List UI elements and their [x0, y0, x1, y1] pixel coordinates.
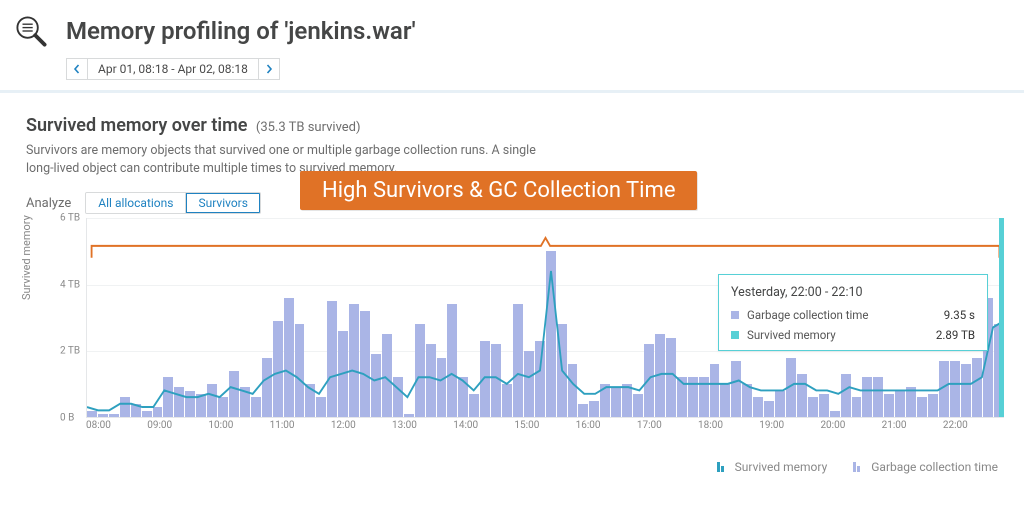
- x-tick: 11:00: [270, 420, 331, 431]
- analyze-toggle: All allocations Survivors: [85, 192, 261, 214]
- inspect-icon: [14, 14, 48, 48]
- x-tick: 09:00: [147, 420, 208, 431]
- x-tick: 10:00: [208, 420, 269, 431]
- tooltip-row: Garbage collection time 9.35 s: [731, 308, 975, 322]
- y-tick: 4 TB: [60, 280, 80, 291]
- legend-gc-time[interactable]: Garbage collection time: [853, 460, 998, 474]
- section-title-text: Survived memory over time: [26, 115, 247, 136]
- annotation-callout: High Survivors & GC Collection Time: [300, 171, 697, 210]
- x-tick: 15:00: [514, 420, 575, 431]
- legend-swatch-icon: [853, 462, 865, 472]
- time-range-display[interactable]: Apr 01, 08:18 - Apr 02, 08:18: [87, 58, 259, 80]
- analyze-label: Analyze: [26, 196, 71, 211]
- section-title: Survived memory over time (35.3 TB survi…: [26, 115, 1004, 136]
- page-title: Memory profiling of 'jenkins.war': [66, 17, 416, 45]
- tooltip-row: Survived memory 2.89 TB: [731, 328, 975, 342]
- section-subtitle: (35.3 TB survived): [256, 120, 361, 135]
- x-tick: 21:00: [882, 420, 943, 431]
- x-tick: 12:00: [331, 420, 392, 431]
- survived-memory-section: Survived memory over time (35.3 TB survi…: [0, 93, 1024, 484]
- x-tick: 20:00: [820, 420, 881, 431]
- y-tick: 6 TB: [60, 213, 80, 224]
- time-prev-button[interactable]: [66, 58, 88, 80]
- plot-area[interactable]: Yesterday, 22:00 - 22:10 Garbage collect…: [86, 218, 1004, 418]
- swatch-icon: [731, 311, 739, 319]
- x-tick: 14:00: [453, 420, 514, 431]
- legend-survived-memory[interactable]: Survived memory: [717, 460, 828, 474]
- tooltip-title: Yesterday, 22:00 - 22:10: [731, 285, 975, 300]
- x-tick: 19:00: [759, 420, 820, 431]
- tab-survivors[interactable]: Survivors: [185, 193, 259, 213]
- x-tick: 08:00: [86, 420, 147, 431]
- y-tick: 2 TB: [60, 346, 80, 357]
- swatch-icon: [731, 331, 739, 339]
- survived-memory-chart[interactable]: Survived memory 0 B 2 TB 4 TB 6 TB Ye: [26, 218, 1004, 450]
- time-range-nav: Apr 01, 08:18 - Apr 02, 08:18: [66, 58, 1006, 80]
- x-axis: 08:0009:0010:0011:0012:0013:0014:0015:00…: [86, 420, 1004, 431]
- tab-all-allocations[interactable]: All allocations: [86, 193, 185, 213]
- x-tick: 16:00: [576, 420, 637, 431]
- chart-tooltip: Yesterday, 22:00 - 22:10 Garbage collect…: [718, 274, 988, 351]
- x-tick: 22:00: [943, 420, 1004, 431]
- y-tick: 0 B: [60, 413, 74, 424]
- chart-legend: Survived memory Garbage collection time: [26, 450, 1004, 474]
- time-next-button[interactable]: [258, 58, 280, 80]
- y-axis-label: Survived memory: [20, 215, 33, 300]
- page-header: Memory profiling of 'jenkins.war' Apr 01…: [0, 0, 1024, 93]
- legend-swatch-icon: [717, 462, 729, 472]
- current-time-marker: [999, 218, 1004, 417]
- x-tick: 18:00: [698, 420, 759, 431]
- x-tick: 13:00: [392, 420, 453, 431]
- x-tick: 17:00: [637, 420, 698, 431]
